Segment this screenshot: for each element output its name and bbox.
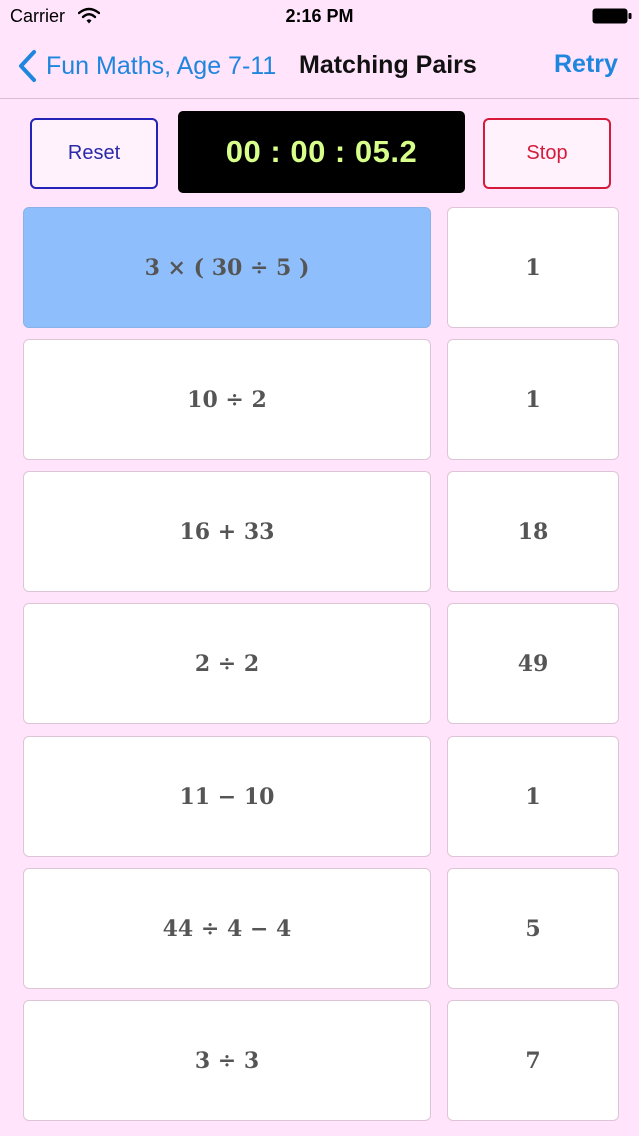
reset-button[interactable]: Reset xyxy=(30,118,158,189)
battery-icon xyxy=(592,8,632,24)
answer-card[interactable]: 1 xyxy=(447,207,619,328)
answer-card[interactable]: 49 xyxy=(447,603,619,724)
status-bar: Carrier 2:16 PM xyxy=(0,0,639,34)
expression-card[interactable]: 3 ÷ 3 xyxy=(23,1000,431,1121)
expression-card[interactable]: 16 + 33 xyxy=(23,471,431,592)
expression-card[interactable]: 11 − 10 xyxy=(23,736,431,857)
expression-card[interactable]: 10 ÷ 2 xyxy=(23,339,431,460)
chevron-left-icon xyxy=(19,50,36,82)
expression-card[interactable]: 2 ÷ 2 xyxy=(23,603,431,724)
navigation-bar: Fun Maths, Age 7-11 Matching Pairs Retry xyxy=(0,34,639,99)
answer-card[interactable]: 18 xyxy=(447,471,619,592)
answer-card[interactable]: 1 xyxy=(447,339,619,460)
expression-card[interactable]: 44 ÷ 4 − 4 xyxy=(23,868,431,989)
answer-card[interactable]: 7 xyxy=(447,1000,619,1121)
page-title: Matching Pairs xyxy=(299,51,477,79)
back-label: Fun Maths, Age 7-11 xyxy=(46,51,277,80)
retry-button[interactable]: Retry xyxy=(554,50,618,79)
answer-card[interactable]: 1 xyxy=(447,736,619,857)
stop-button[interactable]: Stop xyxy=(483,118,611,189)
back-button[interactable]: Fun Maths, Age 7-11 xyxy=(16,48,276,84)
answer-card[interactable]: 5 xyxy=(447,868,619,989)
expression-card[interactable]: 3 × ( 30 ÷ 5 ) xyxy=(23,207,431,328)
timer-display: 00 : 00 : 05.2 xyxy=(178,111,465,193)
status-time: 2:16 PM xyxy=(285,6,354,26)
